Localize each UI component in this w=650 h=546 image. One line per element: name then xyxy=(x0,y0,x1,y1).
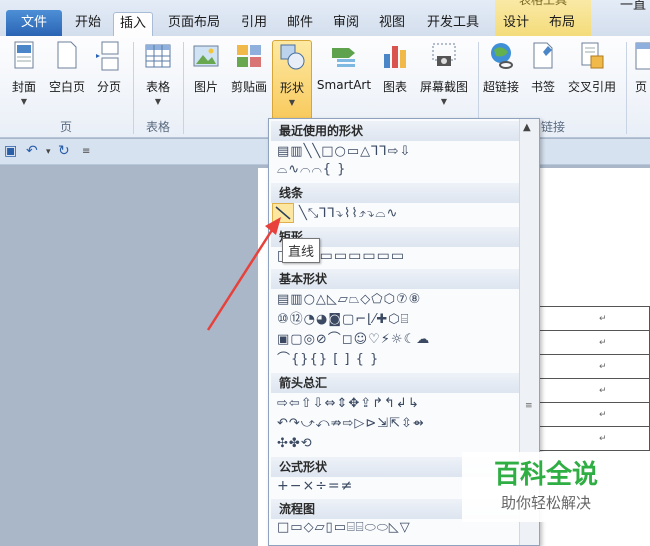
shapes-icon xyxy=(280,44,305,70)
clipart-icon xyxy=(237,45,261,67)
save-icon[interactable]: ▣ xyxy=(4,143,17,159)
group-separator xyxy=(133,42,134,134)
arrows-row-1[interactable]: ⇨⇦⇧⇩⇔⇕✥⇪↱↰↲↳ xyxy=(277,395,420,413)
tab-insert[interactable]: 插入 xyxy=(113,12,153,36)
group-separator xyxy=(626,42,627,134)
tab-home[interactable]: 开始 xyxy=(68,12,108,36)
picture-button[interactable]: 图片 xyxy=(188,40,224,120)
bookmark-icon xyxy=(533,42,553,69)
header-icon xyxy=(635,42,650,70)
group-label-pages: 页 xyxy=(59,120,72,134)
screenshot-icon xyxy=(432,43,456,66)
arrows-row-2[interactable]: ↶↷⤻⤺⇏⇨▷⊳⇲⇱⇳⇴ xyxy=(277,415,425,433)
smartart-icon xyxy=(332,48,355,67)
tab-page-layout[interactable]: 页面布局 xyxy=(160,12,228,36)
section-recent-shapes: 最近使用的形状 xyxy=(271,121,519,141)
recent-shapes-row-1[interactable]: ▤▥╲╲□○▭△⅂⅂⇨⇩ xyxy=(277,143,411,161)
undo-icon[interactable]: ↶ xyxy=(26,143,38,159)
basic-shapes-row-3[interactable]: ▣▢◎⊘⌒◻☺♡⚡☼☾☁ xyxy=(277,331,430,349)
customize-qat-icon[interactable]: ≡ xyxy=(82,146,90,157)
basic-shapes-row-1[interactable]: ▤▥○△◺▱⏢◇⬠⬡⑦⑧ xyxy=(277,291,421,309)
watermark: 百科全说 助你轻松解决 xyxy=(462,452,630,522)
tab-table-layout[interactable]: 布局 xyxy=(542,12,582,36)
basic-shapes-row-4[interactable]: ⌒{}{} [ ] { } xyxy=(277,351,379,369)
bookmark-button[interactable]: 书签 xyxy=(526,40,560,120)
tab-review[interactable]: 审阅 xyxy=(326,12,366,36)
chevron-down-icon: ▼ xyxy=(288,98,296,107)
undo-dropdown-icon[interactable]: ▾ xyxy=(46,147,51,157)
table-icon xyxy=(145,44,171,68)
chevron-down-icon: ▼ xyxy=(440,97,448,106)
watermark-title: 百科全说 xyxy=(493,460,598,490)
flowchart-row-1[interactable]: □▭◇▱▯▭⌸⌸⬭⬭◺▽ xyxy=(277,519,411,537)
tab-mailings[interactable]: 邮件 xyxy=(280,12,320,36)
tab-table-design[interactable]: 设计 xyxy=(496,12,536,36)
group-label-links: 链接 xyxy=(540,120,565,134)
redo-icon[interactable]: ↻ xyxy=(58,143,70,159)
scroll-up-icon[interactable]: ▲ xyxy=(523,122,531,133)
group-label-tables: 表格 xyxy=(145,120,170,134)
table-button[interactable]: 表格 ▼ xyxy=(140,40,176,120)
picture-icon xyxy=(193,45,219,67)
table-tools-label: 表格工具 xyxy=(518,0,567,7)
scroll-grip-icon[interactable]: ≡ xyxy=(525,401,533,411)
group-separator xyxy=(183,42,184,134)
screenshot-button[interactable]: 屏幕截图 ▼ xyxy=(414,40,474,120)
page-break-button[interactable]: 分页 xyxy=(92,40,126,120)
cross-reference-icon xyxy=(581,42,604,69)
blank-page-button[interactable]: 空白页 xyxy=(46,40,88,120)
tab-view[interactable]: 视图 xyxy=(372,12,412,36)
straight-line-shape-button[interactable] xyxy=(272,203,294,223)
basic-shapes-row-2[interactable]: ⑩⑫◔◕◙▢⌐⌊⁄✚⬡⌸ xyxy=(277,311,409,329)
section-block-arrows: 箭头总汇 xyxy=(271,373,519,393)
tab-developer[interactable]: 开发工具 xyxy=(418,12,488,36)
lines-shapes-row[interactable]: ╲⤡⅂⅂⤵⌇⌇⤴⤵⌓∿ xyxy=(299,205,398,223)
chart-button[interactable]: 图表 xyxy=(378,40,412,120)
header-button[interactable]: 页 xyxy=(632,40,650,120)
clipart-button[interactable]: 剪贴画 xyxy=(228,40,270,120)
straight-line-icon xyxy=(275,206,291,220)
section-lines: 线条 xyxy=(271,183,519,203)
chart-icon xyxy=(384,46,406,68)
page-break-icon xyxy=(96,41,119,71)
chevron-down-icon: ▼ xyxy=(20,97,28,106)
cover-page-icon xyxy=(14,41,34,69)
shapes-button[interactable]: 形状 ▼ xyxy=(272,40,312,122)
ribbon-tab-bar: 表格工具 文件 开始 插入 页面布局 引用 邮件 审阅 视图 开发工具 设计 布… xyxy=(0,0,650,36)
cover-page-button[interactable]: 封面 ▼ xyxy=(6,40,42,120)
recent-shapes-row-2[interactable]: ⌓∿⌒⌒{ } xyxy=(277,161,346,179)
section-basic-shapes: 基本形状 xyxy=(271,269,519,289)
arrows-row-3[interactable]: ✣✤⟲ xyxy=(277,435,313,453)
title-fragment: 一直 xyxy=(620,0,647,13)
blank-page-icon xyxy=(57,41,77,69)
chevron-down-icon: ▼ xyxy=(154,97,162,106)
cross-reference-button[interactable]: 交叉引用 xyxy=(564,40,620,120)
equation-shapes-row[interactable]: +−×÷=≠ xyxy=(277,477,353,495)
smartart-button[interactable]: SmartArt xyxy=(314,40,374,120)
hyperlink-button[interactable]: 超链接 xyxy=(480,40,522,120)
hyperlink-icon xyxy=(491,43,513,69)
tab-references[interactable]: 引用 xyxy=(234,12,274,36)
watermark-subtitle: 助你轻松解决 xyxy=(500,494,591,512)
tab-file[interactable]: 文件 xyxy=(6,10,62,36)
shape-tooltip: 直线 xyxy=(282,238,321,263)
